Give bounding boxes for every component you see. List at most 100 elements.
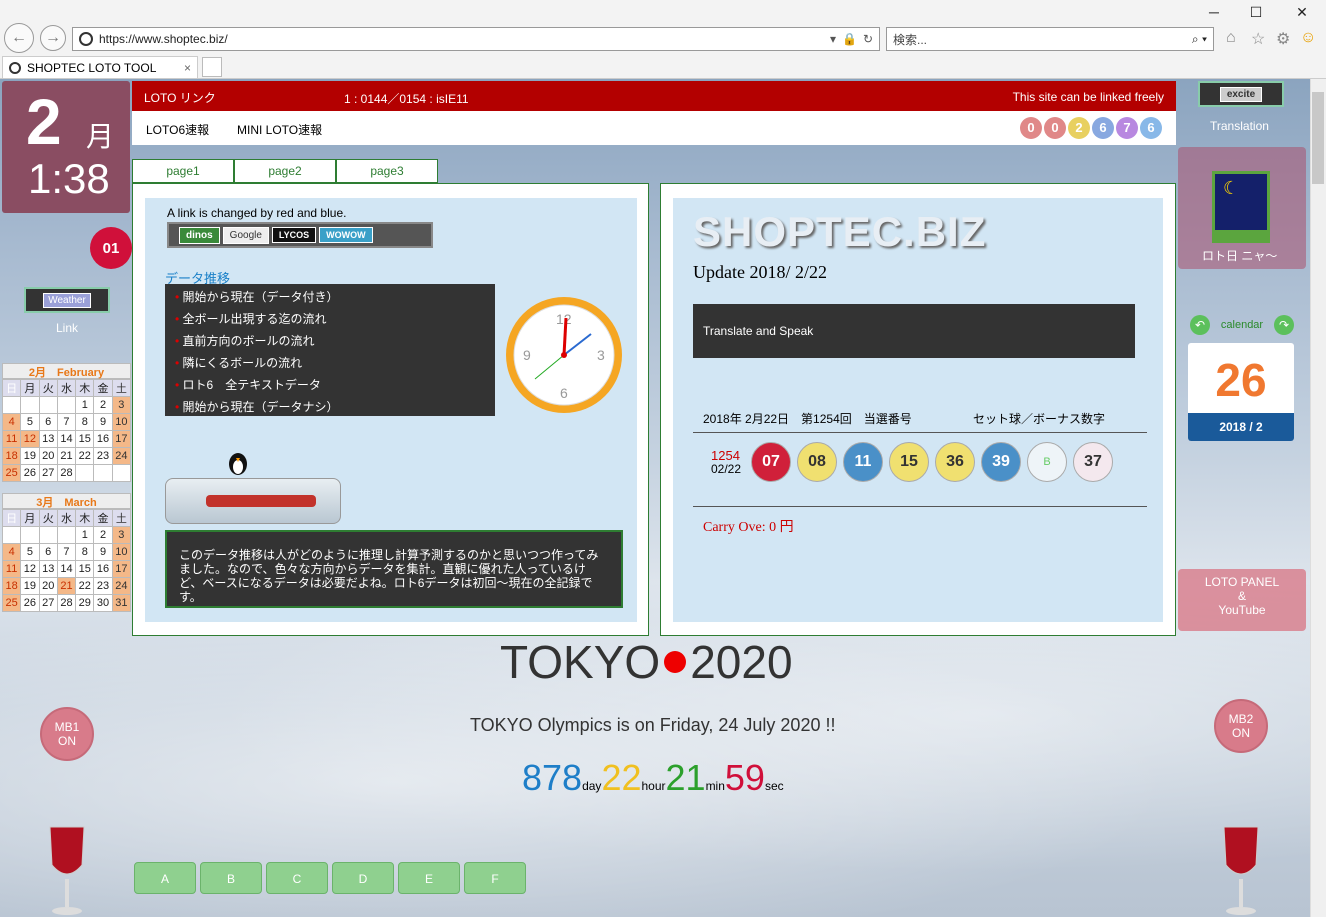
calendar-day: 4 [1, 543, 22, 561]
calendar-mar-grid: 日月火水木金土 1 2 3 4 5 6 7 8 9 10 11 12 13 14 15 16 17 18 19 20 21… [1, 509, 132, 612]
countdown-day-unit: day [582, 779, 602, 793]
bullet-icon: • [175, 334, 183, 348]
mb1-label: MB1 [54, 720, 80, 734]
maximize-button[interactable]: ☐ [1236, 4, 1276, 24]
close-window-button[interactable]: ✕ [1282, 4, 1322, 24]
search-icon[interactable]: ⌕ ▾ [1192, 32, 1207, 47]
scrollbar-thumb[interactable] [1312, 92, 1324, 184]
loto-panel-youtube-button[interactable]: LOTO PANEL & YouTube [1178, 569, 1306, 631]
winning-number-ball: 15 [889, 442, 929, 482]
red-dot-icon [664, 651, 687, 673]
link-label[interactable]: Link [56, 321, 78, 335]
day-calendar-card: 26 2018 / 2 [1188, 343, 1294, 441]
home-icon[interactable]: ⌂ [1226, 29, 1236, 47]
data-trend-item[interactable]: • 開始から現在（データナシ） [165, 396, 495, 418]
calendar-day: 16 [93, 430, 113, 448]
calendar-day [111, 464, 132, 482]
tab-page3[interactable]: page3 [336, 159, 438, 183]
google-link[interactable]: Google [222, 226, 269, 244]
settings-gear-icon[interactable]: ⚙ [1276, 29, 1290, 49]
miniloto-news-link[interactable]: MINI LOTO速報 [237, 121, 322, 138]
data-trend-label: 全ボール出現する迄の流れ [182, 312, 327, 326]
capsule-robot-image [165, 478, 341, 524]
back-button[interactable]: ← [4, 23, 34, 53]
favorites-star-icon[interactable]: ☆ [1251, 29, 1265, 49]
dropdown-icon[interactable]: ▾ [830, 32, 836, 46]
data-trend-item[interactable]: • 直前方向のボールの流れ [165, 330, 495, 352]
forward-button[interactable]: → [40, 25, 66, 51]
vertical-scrollbar[interactable] [1310, 79, 1326, 917]
lycos-link[interactable]: LYCOS [271, 227, 317, 243]
calendar-day: 16 [93, 560, 113, 578]
loto6-news-link[interactable]: LOTO6速報 [146, 121, 209, 138]
dinos-link[interactable]: dinos [179, 226, 220, 244]
calendar-day [75, 464, 95, 482]
calendar-day: 26 [20, 594, 40, 612]
calendar-prev-icon[interactable]: ↶ [1190, 315, 1210, 335]
calendar-feb-grid: 日月火水木金土 1 2 3 4 5 6 7 8 9 10 11 12 13 14 15 16 17 18 19 20 21… [1, 379, 132, 482]
tab-close-icon[interactable]: × [184, 61, 191, 75]
pill-button-d[interactable]: D [332, 862, 394, 894]
calendar-day [93, 464, 113, 482]
minimize-button[interactable]: ─ [1194, 4, 1234, 24]
analog-clock: 12 3 6 9 [503, 294, 625, 416]
refresh-icon[interactable]: ↻ [863, 32, 873, 46]
calendar-day: 20 [38, 447, 58, 465]
search-input[interactable]: 検索... ⌕ ▾ [886, 27, 1214, 51]
calendar-day: 10 [111, 413, 132, 431]
mb1-toggle-button[interactable]: MB1 ON [40, 707, 94, 761]
smiley-feedback-icon[interactable]: ☺ [1300, 29, 1316, 47]
pill-button-c[interactable]: C [266, 862, 328, 894]
pill-button-e[interactable]: E [398, 862, 460, 894]
calendar-day: 27 [38, 464, 58, 482]
calendar-day: 12 [20, 560, 40, 578]
data-trend-item[interactable]: • 隣にくるボールの流れ [165, 352, 495, 374]
loto-day-label: ロト日 ニャ〜 [1202, 249, 1278, 263]
calendar-day [38, 396, 58, 414]
tab-page1[interactable]: page1 [132, 159, 234, 183]
data-trend-item[interactable]: • ロト6 全テキストデータ [165, 374, 495, 396]
penguin-icon [223, 448, 253, 478]
translate-speak-box[interactable]: Translate and Speak [693, 304, 1135, 358]
link-freely-note: This site can be linked freely [1012, 90, 1164, 104]
calendar-day: 2 [93, 526, 113, 544]
countdown-timer: 878 day 22 hour 21 min 59 sec [522, 757, 784, 799]
calendar-day: 3 [111, 396, 132, 414]
tab-page2[interactable]: page2 [234, 159, 336, 183]
divider-top [693, 432, 1147, 433]
weekday-header: 火 [38, 379, 58, 397]
wowow-link[interactable]: WOWOW [319, 227, 373, 243]
weekday-header: 土 [111, 379, 132, 397]
data-trend-label: 直前方向のボールの流れ [182, 334, 315, 348]
calendar-day: 28 [56, 594, 77, 612]
calendar-next-icon[interactable]: ↷ [1273, 315, 1294, 335]
countdown-secs: 59 [724, 757, 765, 798]
wine-glass-right-icon [1222, 825, 1260, 917]
tab-shoptec[interactable]: SHOPTEC LOTO TOOL × [2, 56, 198, 78]
loto-day-widget[interactable]: ☾ ロト日 ニャ〜 [1178, 147, 1306, 269]
calendar-day: 19 [20, 577, 40, 595]
header-ball: 7 [1116, 117, 1138, 139]
pill-button-b[interactable]: B [200, 862, 262, 894]
date-clock-widget: 2 月 1:38 [2, 81, 130, 213]
header-bar: LOTO リンク 1 : 0144／0154 : isIE11 This sit… [132, 81, 1176, 111]
calendar-day: 19 [20, 447, 40, 465]
mb2-state: ON [1232, 726, 1250, 740]
calendar-day: 30 [93, 594, 113, 612]
calendar-day: 17 [111, 430, 132, 448]
weather-button[interactable]: Weather [24, 287, 110, 313]
calendar-day: 8 [75, 543, 95, 561]
data-trend-item[interactable]: • 全ボール出現する迄の流れ [165, 308, 495, 330]
new-tab-button[interactable] [202, 57, 222, 77]
mb2-toggle-button[interactable]: MB2 ON [1214, 699, 1268, 753]
weekday-header: 木 [75, 509, 95, 527]
calendar-day: 21 [56, 577, 77, 595]
access-counter: 1 : 0144／0154 : isIE11 [344, 92, 469, 106]
pill-button-a[interactable]: A [134, 862, 196, 894]
data-description: このデータ推移は人がどのように推理し計算予測するのかと思いつつ作ってみました。な… [165, 530, 623, 608]
data-trend-item[interactable]: • 開始から現在（データ付き） [165, 286, 495, 308]
calendar-mar-title: 3月 March [2, 493, 131, 509]
address-bar[interactable]: https://www.shoptec.biz/ ▾ 🔒 ↻ [72, 27, 880, 51]
excite-translate-button[interactable]: excite [1198, 81, 1284, 107]
pill-button-f[interactable]: F [464, 862, 526, 894]
